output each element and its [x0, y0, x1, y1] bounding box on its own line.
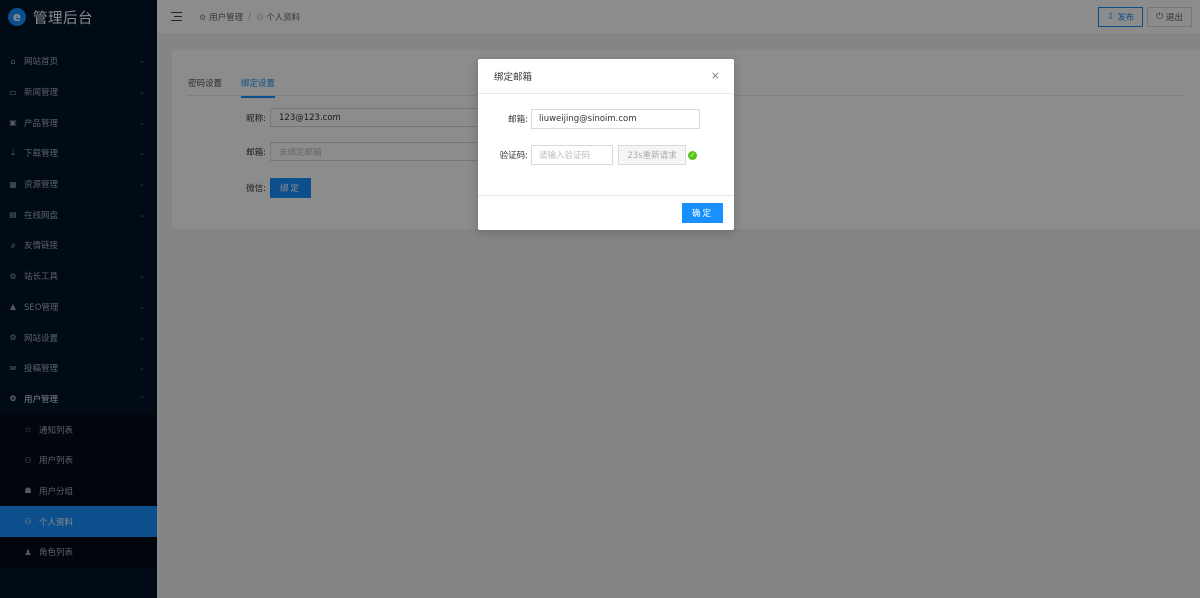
modal-title: 绑定邮箱	[494, 72, 533, 83]
verification-code-input[interactable]: 请输入验证码	[531, 145, 613, 165]
confirm-button[interactable]: 确定	[682, 203, 723, 223]
modal-header: 绑定邮箱 ×	[478, 59, 734, 94]
resend-code-button[interactable]: 23s重新请求	[618, 145, 686, 165]
modal-code-row: 验证码: 请输入验证码 23s重新请求 ✓	[478, 145, 697, 165]
modal-email-input[interactable]: liuweijing@sinoim.com	[531, 109, 700, 129]
modal-footer: 确定	[478, 196, 734, 230]
modal-email-row: 邮箱: liuweijing@sinoim.com	[478, 109, 700, 129]
modal-body: 邮箱: liuweijing@sinoim.com 验证码: 请输入验证码 23…	[478, 94, 734, 196]
modal-code-label: 验证码:	[499, 151, 528, 161]
modal-email-label: 邮箱:	[508, 115, 528, 125]
check-circle-icon: ✓	[688, 150, 697, 160]
bind-email-modal: 绑定邮箱 × 邮箱: liuweijing@sinoim.com 验证码: 请输…	[478, 59, 734, 230]
close-icon[interactable]: ×	[711, 70, 720, 81]
